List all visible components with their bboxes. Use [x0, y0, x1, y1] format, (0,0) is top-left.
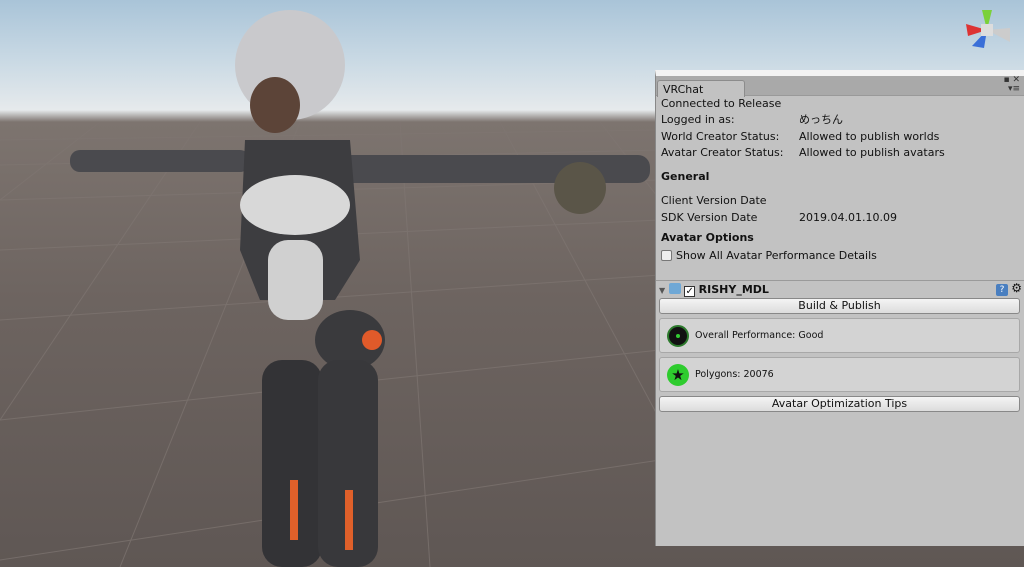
gear-icon[interactable]: ⚙: [1011, 281, 1022, 295]
logged-in-label: Logged in as:: [661, 113, 735, 126]
build-publish-button[interactable]: Build & Publish: [659, 298, 1020, 314]
sdk-version-label: SDK Version Date: [661, 211, 758, 224]
show-details-checkbox[interactable]: Show All Avatar Performance Details: [661, 248, 877, 264]
vrchat-panel: VRChat ▪ ✕ ▾≡ Connected to Release Logged…: [655, 70, 1024, 546]
avatar-status-value: Allowed to publish avatars: [799, 146, 945, 159]
connection-status: Connected to Release: [661, 97, 782, 110]
enabled-checkbox[interactable]: ✓: [684, 286, 696, 297]
component-name: RISHY_MDL: [698, 283, 769, 296]
avatar-model[interactable]: [0, 0, 660, 567]
orientation-gizmo[interactable]: [954, 2, 1024, 62]
tab-vrchat[interactable]: VRChat: [657, 80, 745, 97]
component-header: ▼ ✓ RISHY_MDL: [659, 282, 769, 298]
divider: [656, 280, 1024, 281]
world-status-label: World Creator Status:: [661, 130, 780, 143]
star-excellent-icon: ★: [667, 364, 689, 386]
foldout-arrow-icon[interactable]: ▼: [659, 286, 665, 295]
avatar-options-heading: Avatar Options: [661, 231, 754, 244]
optimization-tips-button[interactable]: Avatar Optimization Tips: [659, 396, 1020, 412]
sdk-version-value: 2019.04.01.10.09: [799, 211, 897, 224]
show-details-label: Show All Avatar Performance Details: [676, 249, 877, 262]
checkbox-icon[interactable]: [661, 250, 672, 261]
polygons-text: Polygons: 20076: [695, 369, 774, 380]
polygons-box: ★ Polygons: 20076: [659, 357, 1020, 392]
overall-performance-text: Overall Performance: Good: [695, 330, 824, 341]
avatar-status-label: Avatar Creator Status:: [661, 146, 784, 159]
client-version-label: Client Version Date: [661, 194, 767, 207]
overall-performance-box: Overall Performance: Good: [659, 318, 1020, 353]
logged-in-value: めっちん: [799, 113, 843, 126]
general-heading: General: [661, 170, 710, 183]
world-status-value: Allowed to publish worlds: [799, 130, 940, 143]
performance-good-icon: [667, 325, 689, 347]
menu-icon[interactable]: ▾≡: [1008, 84, 1020, 94]
help-icon[interactable]: ?: [996, 284, 1008, 296]
script-icon: [668, 283, 681, 294]
